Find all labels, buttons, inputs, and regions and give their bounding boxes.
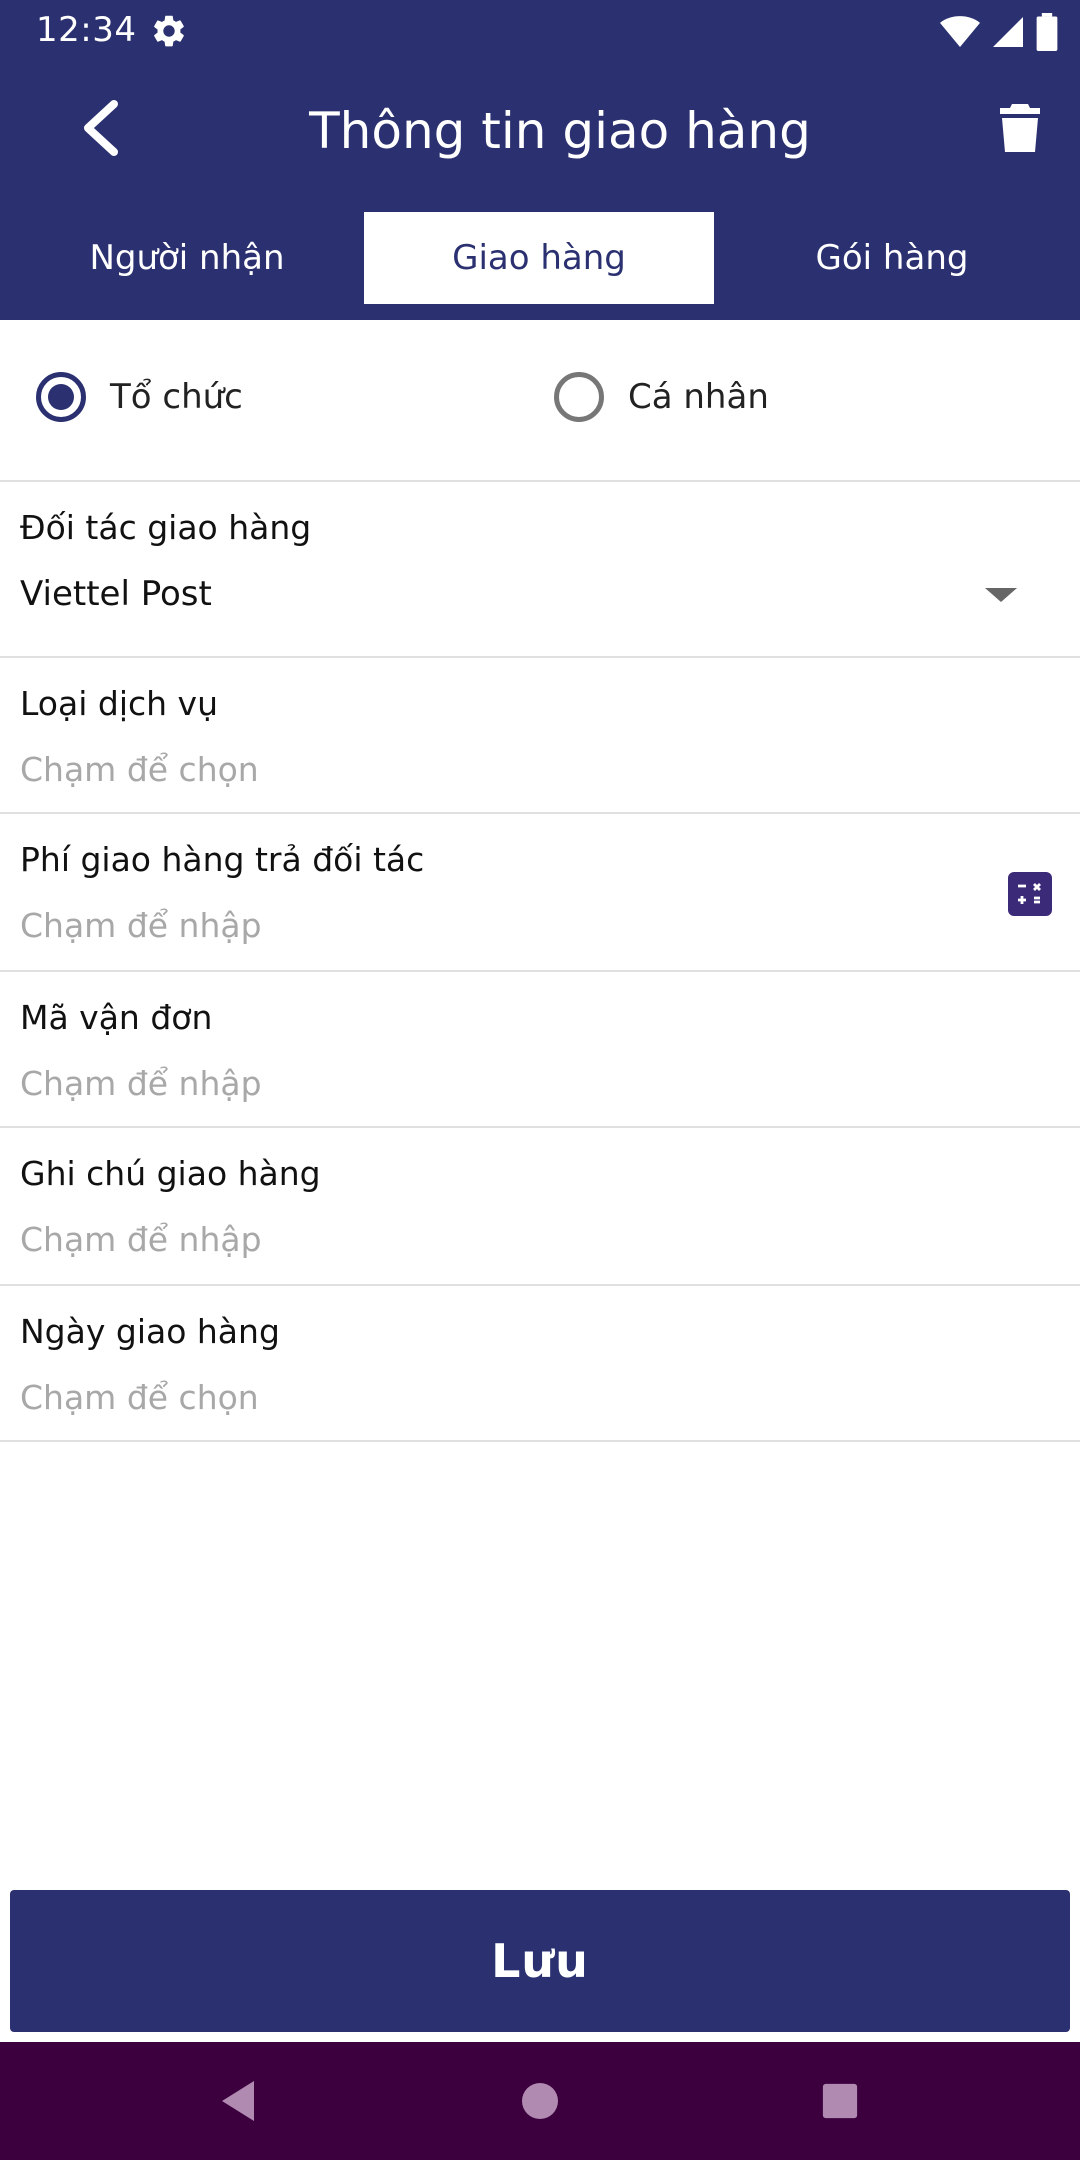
tab-delivery[interactable]: Giao hàng [364, 212, 714, 304]
radio-unchecked-icon [554, 372, 604, 422]
nav-home-button[interactable] [480, 2056, 600, 2146]
trash-icon [1000, 104, 1040, 152]
service-type-field[interactable]: Chạm để chọn [20, 750, 259, 789]
nav-back-button[interactable] [178, 2056, 298, 2146]
signal-icon [993, 17, 1023, 47]
page-title: Thông tin giao hàng [309, 102, 811, 160]
shipping-fee-field[interactable]: Chạm để nhập [20, 906, 262, 945]
delivery-date-label: Ngày giao hàng [20, 1312, 280, 1351]
divider [0, 480, 1080, 482]
divider [0, 1284, 1080, 1286]
tab-bar: Người nhận Giao hàng Gói hàng [0, 196, 1080, 320]
radio-organization-label: Tổ chức [110, 377, 243, 417]
back-button[interactable] [40, 72, 160, 184]
delete-button[interactable] [960, 72, 1080, 184]
back-arrow-icon [84, 100, 118, 156]
partner-select[interactable]: Viettel Post [20, 574, 212, 614]
battery-icon [1036, 13, 1058, 51]
dropdown-arrow-icon[interactable] [985, 588, 1017, 602]
tracking-code-label: Mã vận đơn [20, 998, 213, 1037]
delivery-date-field[interactable]: Chạm để chọn [20, 1378, 259, 1417]
tracking-code-field[interactable]: Chạm để nhập [20, 1064, 262, 1103]
customer-type-group: Tổ chức Cá nhân [0, 326, 1080, 478]
screen: 12:34 Thông tin giao hàng Người nhận Gia… [0, 0, 1080, 2160]
calculator-icon[interactable] [1008, 872, 1052, 916]
nav-recents-icon [822, 2083, 858, 2119]
save-button[interactable]: Lưu [10, 1890, 1070, 2032]
settings-icon [154, 15, 184, 47]
radio-checked-icon [36, 372, 86, 422]
app-bar: Thông tin giao hàng [0, 62, 1080, 196]
nav-back-icon [222, 2081, 254, 2121]
delivery-note-label: Ghi chú giao hàng [20, 1154, 321, 1193]
service-type-label: Loại dịch vụ [20, 684, 218, 723]
divider [0, 970, 1080, 972]
calculator-glyph-icon [1018, 883, 1041, 904]
radio-individual[interactable]: Cá nhân [540, 340, 1058, 454]
status-bar: 12:34 [0, 0, 1080, 62]
divider [0, 656, 1080, 658]
system-icons [940, 12, 1058, 52]
nav-home-icon [522, 2083, 558, 2119]
divider [0, 1440, 1080, 1442]
shipping-fee-label: Phí giao hàng trả đối tác [20, 840, 425, 879]
divider [0, 812, 1080, 814]
radio-individual-label: Cá nhân [628, 377, 769, 417]
status-time: 12:34 [36, 10, 137, 50]
delivery-note-field[interactable]: Chạm để nhập [20, 1220, 262, 1259]
partner-label: Đối tác giao hàng [20, 508, 312, 547]
tab-package[interactable]: Gói hàng [716, 212, 1068, 304]
tab-recipient[interactable]: Người nhận [12, 212, 362, 304]
nav-recents-button[interactable] [780, 2056, 900, 2146]
radio-organization[interactable]: Tổ chức [22, 340, 538, 454]
wifi-icon [940, 16, 980, 47]
divider [0, 1126, 1080, 1128]
navigation-bar [0, 2042, 1080, 2160]
